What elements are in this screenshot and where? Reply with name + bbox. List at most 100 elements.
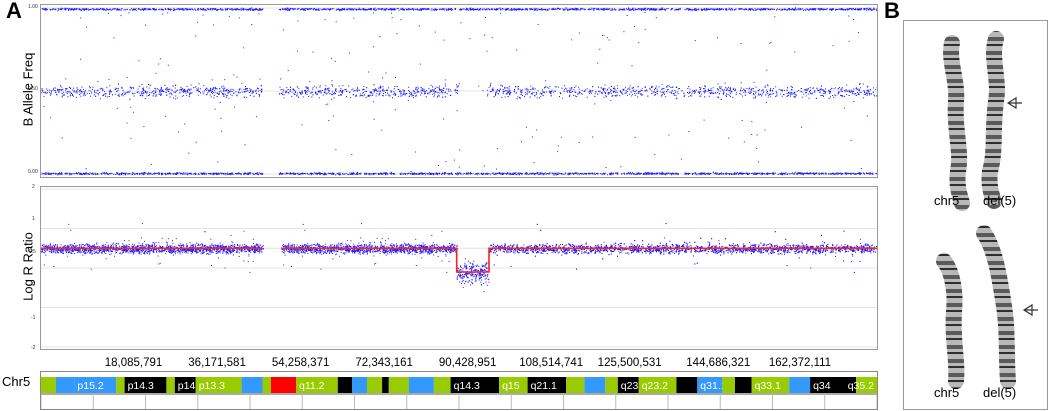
baf-point [315,9,317,11]
baf-point [358,7,360,9]
baf-point [227,8,229,10]
baf-point [248,8,250,10]
baf-point [220,8,222,9]
baf-point [622,9,624,11]
baf-point [761,95,763,97]
baf-point [740,89,741,91]
baf-point [629,85,631,87]
baf-point [161,94,163,96]
baf-point [144,7,146,9]
baf-point [749,92,751,94]
baf-point [867,89,869,91]
baf-point [258,95,260,97]
baf-point [710,88,712,90]
baf-point [258,9,259,11]
baf-point [62,8,64,10]
baf-point [138,85,140,87]
baf-point [663,94,665,95]
baf-point [334,92,335,94]
baf-point [318,90,320,92]
baf-point [668,85,670,87]
baf-point [393,93,395,95]
baf-point [432,86,434,88]
baf-point [300,9,301,11]
baf-point [385,8,387,10]
baf-point [778,9,780,11]
baf-point [854,174,856,175]
baf-point [564,85,566,87]
baf-point [445,173,447,175]
baf-point [543,91,545,93]
baf-point [393,90,395,92]
baf-point [443,87,445,89]
baf-point [858,90,860,92]
baf-point [99,92,101,93]
baf-point [380,85,382,87]
baf-point [57,88,58,90]
baf-point [863,93,865,95]
baf-point [390,8,392,10]
baf-point [529,8,530,10]
baf-point [284,91,286,93]
baf-point [369,174,371,176]
baf-point [532,88,534,90]
baf-point [656,8,658,10]
baf-point [313,9,315,11]
baf-point [701,9,703,11]
baf-point [441,89,443,91]
baf-point [243,9,245,11]
baf-point [411,95,413,97]
baf-point [134,9,136,11]
baf-point [848,8,850,10]
baf-point [610,89,612,90]
baf-point [56,173,58,175]
baf-point [250,8,252,10]
baf-point [586,96,588,98]
baf-point [567,174,569,176]
baf-point [46,88,48,90]
baf-point [492,87,494,89]
baf-point [853,9,855,10]
baf-point [637,8,639,10]
baf-point [694,172,696,174]
baf-point [458,9,460,11]
baf-point [656,93,658,95]
baf-point [509,92,511,94]
baf-point [352,88,354,90]
baf-point [608,92,610,94]
baf-point [578,173,580,175]
baf-point [489,91,491,93]
baf-point [353,8,355,10]
baf-point [401,95,403,97]
baf-point [590,8,592,10]
baf-point [280,89,282,90]
baf-point [645,9,647,11]
baf-point [93,94,95,96]
baf-point [437,94,439,96]
baf-point [224,174,226,176]
baf-point [578,88,580,90]
baf-point [117,9,119,11]
baf-point [412,90,414,92]
baf-point [542,95,544,97]
baf-point [484,8,486,10]
baf-point [833,8,834,10]
baf-point [305,10,306,12]
baf-point [569,8,571,10]
baf-point [491,9,493,11]
baf-point [519,89,521,91]
baf-point [821,89,823,91]
baf-point [728,7,730,9]
baf-point [408,9,410,11]
baf-point [689,91,691,93]
baf-point [117,95,119,96]
baf-point [359,89,360,91]
baf-point [148,95,150,96]
baf-point [310,8,312,10]
baf-point [508,92,510,94]
baf-chart [40,4,878,178]
baf-point [332,85,333,87]
baf-point [562,8,564,10]
baf-point [631,9,633,11]
baf-point [600,8,602,9]
